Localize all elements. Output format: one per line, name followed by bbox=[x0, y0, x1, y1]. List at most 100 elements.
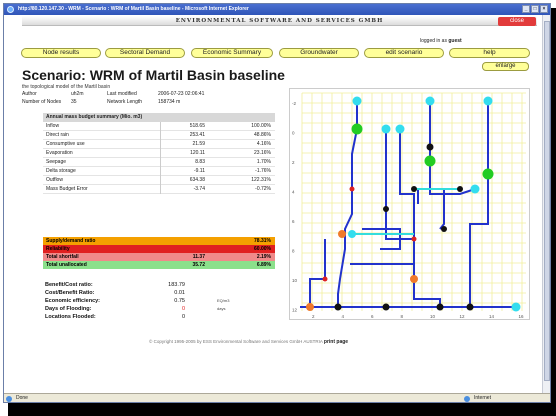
login-info: logged in as guest bbox=[420, 38, 462, 44]
metric-value: 183.79 bbox=[168, 282, 185, 288]
y-tick-label: 0 bbox=[292, 131, 295, 136]
print-page-link[interactable]: print page bbox=[324, 339, 348, 345]
nav-sectoral-demand[interactable]: Sectoral Demand bbox=[105, 48, 185, 58]
column-divider bbox=[160, 149, 161, 158]
y-tick-label: 10 bbox=[292, 278, 298, 283]
mass-budget-row: Delta storage -9.11 -1.76% bbox=[43, 167, 275, 176]
mass-budget-row: Consumptive use 21.59 4.16% bbox=[43, 140, 275, 149]
row-value: 634.38 bbox=[189, 177, 205, 183]
network-node bbox=[425, 96, 435, 106]
supply-demand-row: Total unallocated 35.72 6.89% bbox=[43, 261, 275, 269]
column-divider bbox=[160, 176, 161, 185]
column-divider bbox=[160, 122, 161, 131]
zone-text: Internet bbox=[474, 395, 491, 401]
row-value: 8.83 bbox=[195, 159, 205, 165]
metric-row: Economic efficiency: 0.75 EQ/m3 bbox=[45, 297, 245, 305]
network-node bbox=[426, 143, 434, 151]
nav-groundwater[interactable]: Groundwater bbox=[279, 48, 359, 58]
close-window-button[interactable]: × bbox=[540, 5, 548, 13]
close-button[interactable]: close bbox=[498, 17, 536, 26]
title-bar: http://80.120.147.30 - WRM - Scenario : … bbox=[4, 4, 550, 15]
nav-edit-scenario[interactable]: edit scenario bbox=[364, 48, 444, 58]
meta-row-author: Author uh2m Last modified 2006-07-23 02:… bbox=[22, 91, 282, 98]
row-percent: -0.72% bbox=[255, 186, 271, 192]
login-prefix: logged in as bbox=[420, 38, 447, 44]
row-value: 120.11 bbox=[190, 150, 205, 156]
row-label: Supply/demand ratio bbox=[46, 238, 96, 244]
window-controls: _ □ × bbox=[522, 5, 548, 13]
network-node bbox=[349, 186, 355, 192]
row-percent: 60.00% bbox=[254, 246, 271, 252]
scenario-subtitle: the topological model of the Martil basi… bbox=[22, 84, 111, 90]
y-tick-label: 4 bbox=[292, 190, 295, 195]
row-value: 11.37 bbox=[192, 254, 205, 260]
metric-row: Benefit/Cost ratio: 183.79 bbox=[45, 281, 245, 289]
maximize-button[interactable]: □ bbox=[531, 5, 539, 13]
internet-zone-icon bbox=[464, 396, 470, 402]
org-banner: ENVIRONMENTAL SOFTWARE AND SERVICES GMBH bbox=[22, 16, 537, 26]
row-percent: 48.86% bbox=[254, 132, 271, 138]
row-value: 518.65 bbox=[189, 123, 205, 129]
column-divider bbox=[160, 158, 161, 167]
metric-unit: days bbox=[217, 306, 226, 311]
column-divider bbox=[160, 185, 161, 194]
column-divider bbox=[160, 140, 161, 149]
browser-window: http://80.120.147.30 - WRM - Scenario : … bbox=[3, 3, 551, 403]
river-line bbox=[469, 101, 489, 307]
network-node bbox=[436, 303, 444, 311]
row-label: Total shortfall bbox=[46, 254, 79, 260]
river-line bbox=[429, 147, 476, 195]
row-label: Inflow bbox=[46, 123, 60, 129]
x-tick-label: 8 bbox=[401, 314, 404, 319]
network-node bbox=[352, 96, 362, 106]
metric-row: Locations Flooded: 0 bbox=[45, 313, 245, 321]
x-tick-label: 12 bbox=[460, 314, 466, 319]
status-bar: Done Internet bbox=[4, 393, 550, 402]
author-value: uh2m bbox=[71, 91, 84, 97]
enlarge-button[interactable]: enlarge bbox=[482, 62, 529, 71]
vertical-scrollbar[interactable] bbox=[542, 15, 550, 393]
metric-value: 0 bbox=[181, 306, 185, 312]
row-label: Outflow bbox=[46, 177, 63, 183]
network-node bbox=[482, 168, 494, 180]
nav-economic-summary[interactable]: Economic Summary bbox=[191, 48, 273, 58]
ie-icon bbox=[7, 6, 14, 13]
nav-help[interactable]: help bbox=[449, 48, 530, 58]
network-node bbox=[383, 206, 389, 212]
page-title: Scenario: WRM of Martil Basin baseline bbox=[22, 67, 285, 83]
nav-node-results[interactable]: Node results bbox=[21, 48, 101, 58]
supply-demand-row: Reliability 60.00% bbox=[43, 245, 275, 253]
network-map[interactable]: -2 0 2 4 6 8 10 12 2 4 6 8 10 12 14 16 bbox=[289, 88, 530, 320]
mass-budget-row: Direct rain 253.41 48.86% bbox=[43, 131, 275, 140]
copyright-text: © Copyright 1995-2005 by ESS Environment… bbox=[149, 339, 323, 344]
x-tick-label: 14 bbox=[489, 314, 495, 319]
minimize-button[interactable]: _ bbox=[522, 5, 530, 13]
supply-demand-row: Total shortfall 11.37 2.19% bbox=[43, 253, 275, 261]
metric-label: Cost/Benefit Ratio: bbox=[45, 290, 95, 296]
row-percent: -1.76% bbox=[255, 168, 271, 174]
supply-demand-rows: Supply/demand ratio 78.31% Reliability 60.0… bbox=[43, 237, 275, 269]
network-node bbox=[351, 123, 363, 135]
network-node bbox=[483, 96, 493, 106]
row-percent: 23.16% bbox=[254, 150, 271, 156]
x-tick-label: 2 bbox=[312, 314, 315, 319]
row-value: 21.59 bbox=[192, 141, 205, 147]
row-value: 253.41 bbox=[189, 132, 205, 138]
row-percent: 2.19% bbox=[256, 254, 271, 260]
row-label: Consumptive use bbox=[46, 141, 85, 147]
metric-value: 0.01 bbox=[174, 290, 185, 296]
row-label: Delta storage bbox=[46, 168, 76, 174]
mass-budget-row: Outflow 634.38 122.31% bbox=[43, 176, 275, 185]
row-label: Seepage bbox=[46, 159, 67, 165]
row-percent: 122.31% bbox=[251, 177, 271, 183]
row-value: 35.72 bbox=[192, 262, 205, 268]
metric-label: Days of Flooding: bbox=[45, 306, 92, 312]
row-percent: 1.70% bbox=[256, 159, 271, 165]
metric-label: Economic efficiency: bbox=[45, 298, 101, 304]
row-label: Reliability bbox=[46, 246, 70, 252]
scrollbar-thumb[interactable] bbox=[544, 21, 550, 381]
network-node bbox=[306, 303, 314, 311]
window-shadow-right bbox=[551, 8, 556, 408]
mass-budget-header: Annual mass budget summary (Mio. m3) bbox=[43, 113, 275, 122]
footer: © Copyright 1995-2005 by ESS Environment… bbox=[149, 339, 348, 345]
